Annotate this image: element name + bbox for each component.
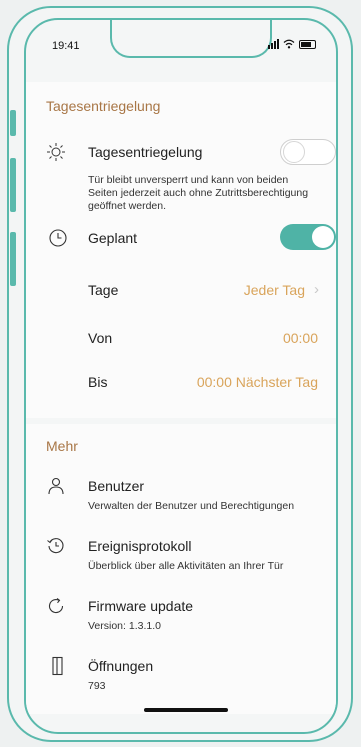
list-item-users[interactable]: Benutzer Verwalten der Benutzer und Bere… <box>26 472 336 516</box>
toggle-knob <box>283 141 305 163</box>
phone-screen: 19:41 Tagesentriegelung Tagesentriegelun… <box>24 18 338 734</box>
chevron-right-icon: › <box>314 281 319 298</box>
openings-title: Öffnungen <box>88 658 154 674</box>
scheduled-toggle[interactable] <box>280 224 336 250</box>
description-line: Seiten jederzeit auch ohne Zutrittsberec… <box>88 187 309 199</box>
from-row[interactable]: Von 00:00 <box>26 310 336 350</box>
door-icon <box>52 656 63 676</box>
list-item-openings[interactable]: Öffnungen 793 <box>26 652 336 696</box>
from-value: 00:00 <box>282 330 318 346</box>
days-row[interactable]: Tage Jeder Tag › <box>26 270 336 310</box>
description-line: geöffnet werden. <box>88 200 167 212</box>
section-title-day-unlock: Tagesentriegelung <box>46 98 161 114</box>
days-value: Jeder Tag <box>243 282 305 298</box>
refresh-icon <box>48 598 64 614</box>
status-bar: 19:41 <box>26 20 336 72</box>
list-item-firmware-update[interactable]: Firmware update Version: 1.3.1.0 <box>26 592 336 636</box>
battery-icon <box>299 40 316 49</box>
toggle-knob <box>312 226 334 248</box>
clock-icon <box>49 229 67 247</box>
users-title: Benutzer <box>88 478 145 494</box>
day-unlock-toggle[interactable] <box>280 139 336 165</box>
side-button-volume-down <box>10 232 16 286</box>
description-line: Tür bleibt unversperrt und kann von beid… <box>88 174 289 186</box>
firmware-version: Version: 1.3.1.0 <box>88 620 161 632</box>
until-label: Bis <box>88 374 108 390</box>
openings-count: 793 <box>88 680 106 692</box>
status-time: 19:41 <box>52 40 80 52</box>
signal-icon <box>268 39 279 49</box>
day-unlock-description: Tür bleibt unversperrt und kann von beid… <box>88 174 308 213</box>
day-unlock-toggle-label: Tagesentriegelung <box>88 144 203 160</box>
users-subtitle: Verwalten der Benutzer und Berechtigunge… <box>88 500 295 512</box>
user-icon <box>48 477 64 495</box>
from-label: Von <box>88 330 113 346</box>
history-icon <box>47 538 64 554</box>
status-icons <box>268 39 316 49</box>
scheduled-label: Geplant <box>88 230 138 246</box>
section-title-more: Mehr <box>46 438 78 454</box>
side-button-volume-up <box>10 158 16 212</box>
list-item-event-log[interactable]: Ereignisprotokoll Überblick über alle Ak… <box>26 532 336 576</box>
device-frame: 19:41 Tagesentriegelung Tagesentriegelun… <box>0 0 361 747</box>
more-section: Mehr Benutzer Verwalten der Benutzer und… <box>26 424 336 714</box>
days-label: Tage <box>88 282 119 298</box>
notch <box>110 20 272 58</box>
until-value: 00:00 Nächster Tag <box>196 374 318 390</box>
day-unlock-section: Tagesentriegelung Tagesentriegelung Tür … <box>26 82 336 418</box>
wifi-icon <box>283 39 295 49</box>
firmware-title: Firmware update <box>88 598 194 614</box>
event-log-title: Ereignisprotokoll <box>88 538 192 554</box>
side-button-mute <box>10 110 16 136</box>
sun-icon <box>47 143 65 161</box>
home-indicator[interactable] <box>144 708 228 712</box>
event-log-subtitle: Überblick über alle Aktivitäten an Ihrer… <box>88 560 284 572</box>
until-row[interactable]: Bis 00:00 Nächster Tag <box>26 350 336 390</box>
